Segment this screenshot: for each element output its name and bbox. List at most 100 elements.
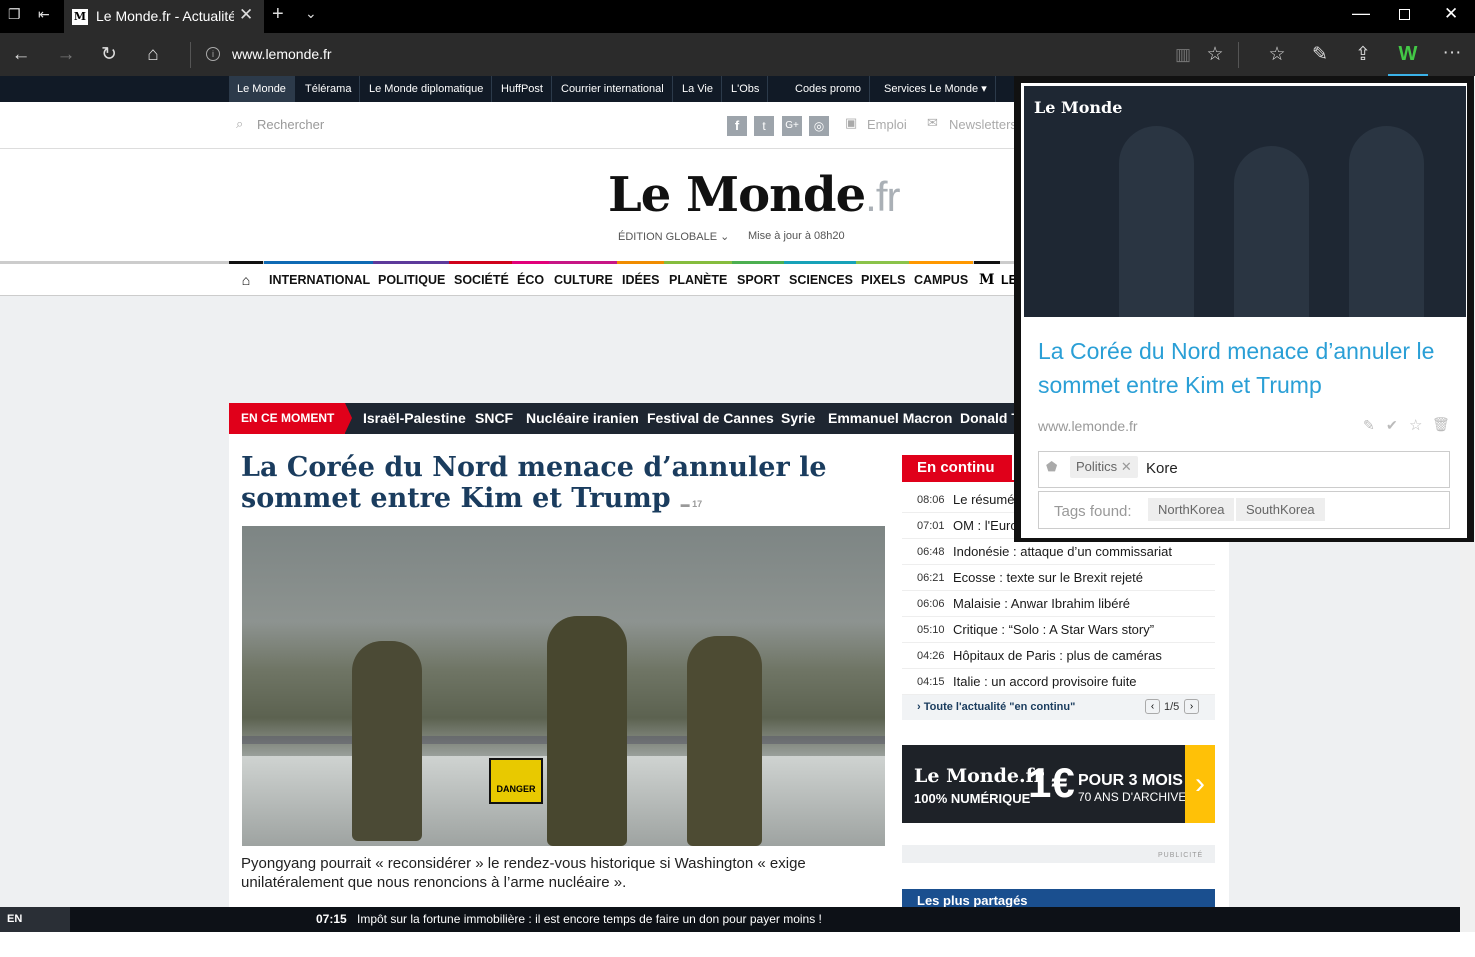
home-nav-icon[interactable]: ⌂	[229, 261, 263, 293]
brand-link[interactable]: Services Le Monde ▾	[876, 76, 996, 102]
brand-link[interactable]: Courrier international	[553, 76, 673, 102]
chevron-down-icon[interactable]: ⌄	[305, 5, 317, 22]
twitter-icon[interactable]: t	[754, 116, 774, 136]
ticker-text[interactable]: Impôt sur la fortune immobilière : il es…	[357, 907, 822, 932]
nav-item[interactable]: POLITIQUE	[373, 261, 451, 293]
next-page-icon[interactable]: ›	[1184, 699, 1199, 714]
brand-link[interactable]: L'Obs	[723, 76, 769, 102]
forward-icon[interactable]: →	[49, 33, 83, 76]
moment-link[interactable]: Israël-Palestine	[363, 403, 466, 434]
instagram-icon[interactable]: ◎	[809, 116, 829, 136]
en-ce-moment-label: EN CE MOMENT	[229, 403, 345, 434]
google-plus-icon[interactable]: G+	[782, 116, 802, 136]
found-tag-chip[interactable]: SouthKorea	[1236, 498, 1325, 521]
nav-item[interactable]: PLANÈTE	[664, 261, 733, 293]
new-tab-icon[interactable]: +	[272, 3, 284, 26]
moment-link[interactable]: Syrie	[781, 403, 815, 434]
moment-link[interactable]: Emmanuel Macron	[828, 403, 952, 434]
continu-row[interactable]: 06:21 Ecosse : texte sur le Brexit rejeté	[902, 565, 1215, 591]
pen-notes-icon[interactable]: ✎	[1303, 33, 1337, 76]
moment-link[interactable]: Donald T	[960, 403, 1020, 434]
newsletters-link[interactable]: Newsletters	[949, 117, 1017, 132]
brand-link[interactable]: Codes promo	[787, 76, 871, 102]
nav-item[interactable]: SCIENCES	[784, 261, 858, 293]
set-aside-tabs-icon[interactable]: ⇤	[38, 6, 50, 23]
site-logo[interactable]: Le Monde.fr	[608, 167, 900, 223]
brand-link[interactable]: Télérama	[297, 76, 361, 102]
home-icon[interactable]: ⌂	[136, 33, 170, 76]
close-window-icon[interactable]: ✕	[1444, 4, 1458, 24]
continu-text[interactable]: Indonésie : attaque d’un commissariat	[953, 539, 1172, 565]
brand-link[interactable]: HuffPost	[493, 76, 552, 102]
moment-link[interactable]: Festival de Cannes	[647, 403, 774, 434]
emploi-link[interactable]: Emploi	[867, 117, 907, 132]
bottom-ticker[interactable]: EN CONTINU 07:15 Impôt sur la fortune im…	[0, 907, 1460, 950]
url-field[interactable]: www.lemonde.fr	[232, 46, 332, 62]
continu-row[interactable]: 04:15 Italie : un accord provisoire fuite	[902, 669, 1215, 695]
tab-list-icon[interactable]: ❐	[8, 6, 21, 23]
nav-item[interactable]: CAMPUS	[909, 261, 974, 293]
facebook-icon[interactable]: f	[727, 116, 747, 136]
nav-item[interactable]: IDÉES	[617, 261, 665, 293]
soldier-figure	[547, 616, 627, 846]
danger-sign: DANGER	[489, 758, 543, 804]
continu-row[interactable]: 04:26 Hôpitaux de Paris : plus de caméras	[902, 643, 1215, 669]
continu-row[interactable]: 05:10 Critique : “Solo : A Star Wars stor…	[902, 617, 1215, 643]
maximize-icon[interactable]	[1399, 9, 1410, 20]
found-tag-chip[interactable]: NorthKorea	[1148, 498, 1235, 521]
reading-view-icon[interactable]: ▥	[1166, 33, 1200, 76]
nav-item[interactable]: INTERNATIONAL	[264, 261, 376, 293]
search-input[interactable]: Rechercher	[257, 117, 324, 132]
minimize-icon[interactable]: —	[1352, 3, 1370, 24]
extension-w-icon[interactable]: W	[1391, 33, 1425, 76]
prev-page-icon[interactable]: ‹	[1145, 699, 1160, 714]
nav-item[interactable]: ÉCO	[512, 261, 550, 293]
tab-lemonde[interactable]: M Le Monde.fr - Actualités ✕	[64, 0, 264, 33]
le-monde-m-icon[interactable]: M	[974, 261, 1000, 293]
article-photo[interactable]: DANGER	[242, 526, 885, 846]
edition-selector[interactable]: ÉDITION GLOBALE ⌄	[618, 230, 729, 243]
continu-text[interactable]: Ecosse : texte sur le Brexit rejeté	[953, 565, 1143, 591]
article-headline[interactable]: La Corée du Nord menace d’annuler le som…	[241, 452, 881, 520]
tag-input[interactable]: Kore	[1146, 460, 1178, 477]
continu-text[interactable]: Italie : un accord provisoire fuite	[953, 669, 1137, 695]
continu-row[interactable]: 06:06 Malaisie : Anwar Ibrahim libéré	[902, 591, 1215, 617]
moment-link[interactable]: Nucléaire iranien	[526, 403, 639, 434]
continu-text[interactable]: Le résumé	[953, 487, 1014, 513]
continu-text[interactable]: OM : l'Euro	[953, 513, 1018, 539]
comment-count[interactable]: ▬ 17	[681, 499, 703, 509]
remove-tag-icon[interactable]: ✕	[1121, 459, 1132, 474]
site-info-icon[interactable]: i	[206, 47, 220, 61]
favorites-hub-icon[interactable]: ☆	[1260, 33, 1294, 76]
continu-text[interactable]: Malaisie : Anwar Ibrahim libéré	[953, 591, 1130, 617]
continu-time: 06:48	[917, 546, 945, 558]
trash-icon[interactable]: 🗑	[1432, 416, 1450, 433]
close-tab-icon[interactable]: ✕	[239, 5, 253, 25]
edit-icon[interactable]: ✎	[1363, 417, 1375, 434]
ad-arrow-icon[interactable]: ›	[1185, 745, 1215, 823]
refresh-icon[interactable]: ↻	[92, 33, 126, 76]
continu-text[interactable]: Hôpitaux de Paris : plus de caméras	[953, 643, 1162, 669]
favorite-star-icon[interactable]: ☆	[1198, 33, 1232, 76]
more-icon[interactable]: ···	[1435, 31, 1469, 74]
brand-link[interactable]: Le Monde	[229, 76, 295, 102]
back-icon[interactable]: ←	[4, 33, 38, 76]
nav-item[interactable]: SOCIÉTÉ	[449, 261, 514, 293]
mark-read-icon[interactable]: ✔	[1386, 417, 1398, 434]
brand-link[interactable]: Le Monde diplomatique	[361, 76, 493, 102]
nav-item[interactable]: CULTURE	[549, 261, 618, 293]
all-continu-link[interactable]: › Toute l'actualité "en continu"	[917, 701, 1075, 713]
nav-item[interactable]: SPORT	[732, 261, 786, 293]
address-toolbar	[0, 33, 1475, 76]
continu-row[interactable]: 06:48 Indonésie : attaque d’un commissari…	[902, 539, 1215, 565]
continu-text[interactable]: Critique : “Solo : A Star Wars story”	[953, 617, 1154, 643]
nav-item[interactable]: PIXELS	[856, 261, 911, 293]
brand-link[interactable]: La Vie	[674, 76, 722, 102]
subscription-ad[interactable]: Le Monde.fr 100% NUMÉRIQUE 1€ POUR 3 MOI…	[902, 745, 1215, 823]
share-icon[interactable]: ⇪	[1346, 33, 1380, 76]
star-icon[interactable]: ☆	[1409, 416, 1422, 434]
tag-chip[interactable]: Politics ✕	[1070, 456, 1138, 478]
popup-title[interactable]: La Corée du Nord menace d’annuler le som…	[1038, 334, 1453, 402]
moment-link[interactable]: SNCF	[475, 403, 513, 434]
ad-price: 1€	[1028, 759, 1075, 806]
